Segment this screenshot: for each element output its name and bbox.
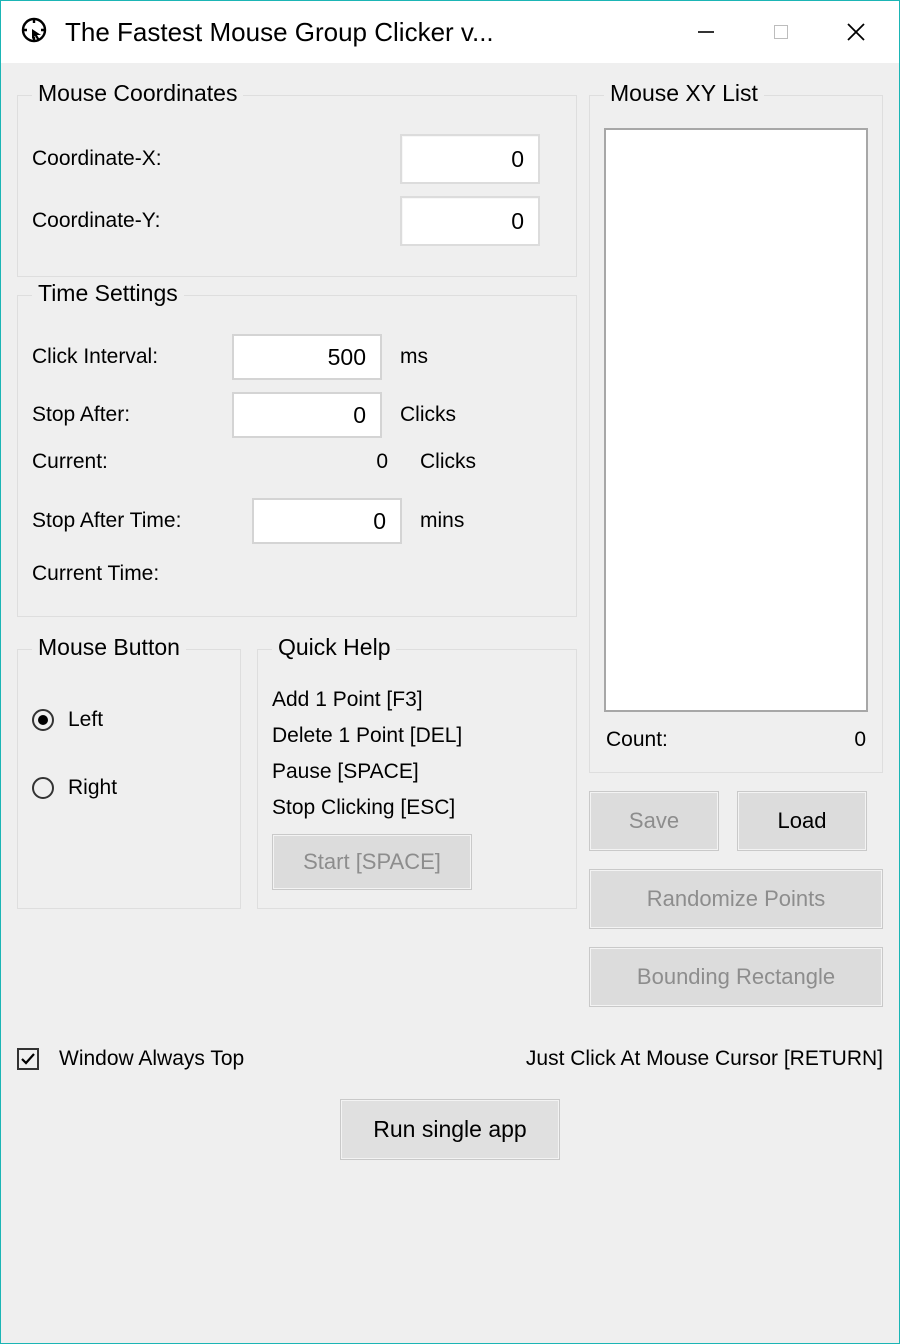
check-icon bbox=[20, 1051, 36, 1067]
stop-after-unit: Clicks bbox=[400, 403, 456, 427]
start-button[interactable]: Start [SPACE] bbox=[272, 834, 472, 890]
cursor-click-hint: Just Click At Mouse Cursor [RETURN] bbox=[526, 1047, 883, 1071]
stop-after-time-input[interactable] bbox=[252, 498, 402, 544]
stop-after-time-label: Stop After Time: bbox=[32, 509, 252, 533]
stop-after-time-unit: mins bbox=[420, 509, 464, 533]
bounding-button[interactable]: Bounding Rectangle bbox=[589, 947, 883, 1007]
click-interval-input[interactable] bbox=[232, 334, 382, 380]
app-window: The Fastest Mouse Group Clicker v... Mou… bbox=[0, 0, 900, 1344]
always-top-checkbox[interactable] bbox=[17, 1048, 39, 1070]
load-button[interactable]: Load bbox=[737, 791, 867, 851]
group-legend: Mouse XY List bbox=[604, 80, 764, 107]
always-top-label: Window Always Top bbox=[59, 1047, 244, 1071]
group-quick-help: Quick Help Add 1 Point [F3] Delete 1 Poi… bbox=[257, 649, 577, 909]
current-unit: Clicks bbox=[420, 450, 476, 474]
group-mouse-button: Mouse Button Left Right bbox=[17, 649, 241, 909]
current-time-label: Current Time: bbox=[32, 562, 252, 586]
radio-left[interactable]: Left bbox=[32, 708, 226, 732]
xy-listbox[interactable] bbox=[604, 128, 868, 712]
group-xy-list: Mouse XY List Count: 0 bbox=[589, 95, 883, 773]
radio-left-label: Left bbox=[68, 708, 103, 732]
current-value: 0 bbox=[232, 450, 402, 474]
help-add-point: Add 1 Point [F3] bbox=[272, 688, 562, 712]
minimize-button[interactable] bbox=[668, 1, 743, 63]
radio-icon bbox=[32, 777, 54, 799]
bottom-bar: Window Always Top Just Click At Mouse Cu… bbox=[17, 1047, 883, 1071]
window-title: The Fastest Mouse Group Clicker v... bbox=[65, 17, 494, 48]
title-bar: The Fastest Mouse Group Clicker v... bbox=[1, 1, 899, 63]
run-single-app-button[interactable]: Run single app bbox=[340, 1099, 560, 1160]
help-pause: Pause [SPACE] bbox=[272, 760, 562, 784]
radio-right-label: Right bbox=[68, 776, 117, 800]
help-delete-point: Delete 1 Point [DEL] bbox=[272, 724, 562, 748]
app-icon bbox=[17, 15, 51, 49]
coord-y-input[interactable] bbox=[400, 196, 540, 246]
current-label: Current: bbox=[32, 450, 232, 474]
group-time-settings: Time Settings Click Interval: ms Stop Af… bbox=[17, 295, 577, 617]
maximize-button[interactable] bbox=[743, 1, 818, 63]
radio-right[interactable]: Right bbox=[32, 776, 226, 800]
group-legend: Time Settings bbox=[32, 280, 184, 307]
click-interval-unit: ms bbox=[400, 345, 428, 369]
coord-x-label: Coordinate-X: bbox=[32, 147, 232, 171]
click-interval-label: Click Interval: bbox=[32, 345, 232, 369]
radio-icon bbox=[32, 709, 54, 731]
group-legend: Quick Help bbox=[272, 634, 396, 661]
close-button[interactable] bbox=[818, 1, 893, 63]
coord-y-label: Coordinate-Y: bbox=[32, 209, 232, 233]
randomize-button[interactable]: Randomize Points bbox=[589, 869, 883, 929]
save-button[interactable]: Save bbox=[589, 791, 719, 851]
help-stop: Stop Clicking [ESC] bbox=[272, 796, 562, 820]
group-mouse-coordinates: Mouse Coordinates Coordinate-X: Coordina… bbox=[17, 95, 577, 277]
stop-after-input[interactable] bbox=[232, 392, 382, 438]
maximize-icon bbox=[774, 25, 788, 39]
stop-after-label: Stop After: bbox=[32, 403, 232, 427]
group-legend: Mouse Button bbox=[32, 634, 186, 661]
client-area: Mouse Coordinates Coordinate-X: Coordina… bbox=[1, 63, 899, 1343]
group-legend: Mouse Coordinates bbox=[32, 80, 243, 107]
count-value: 0 bbox=[854, 728, 866, 752]
coord-x-input[interactable] bbox=[400, 134, 540, 184]
count-label: Count: bbox=[606, 728, 668, 752]
